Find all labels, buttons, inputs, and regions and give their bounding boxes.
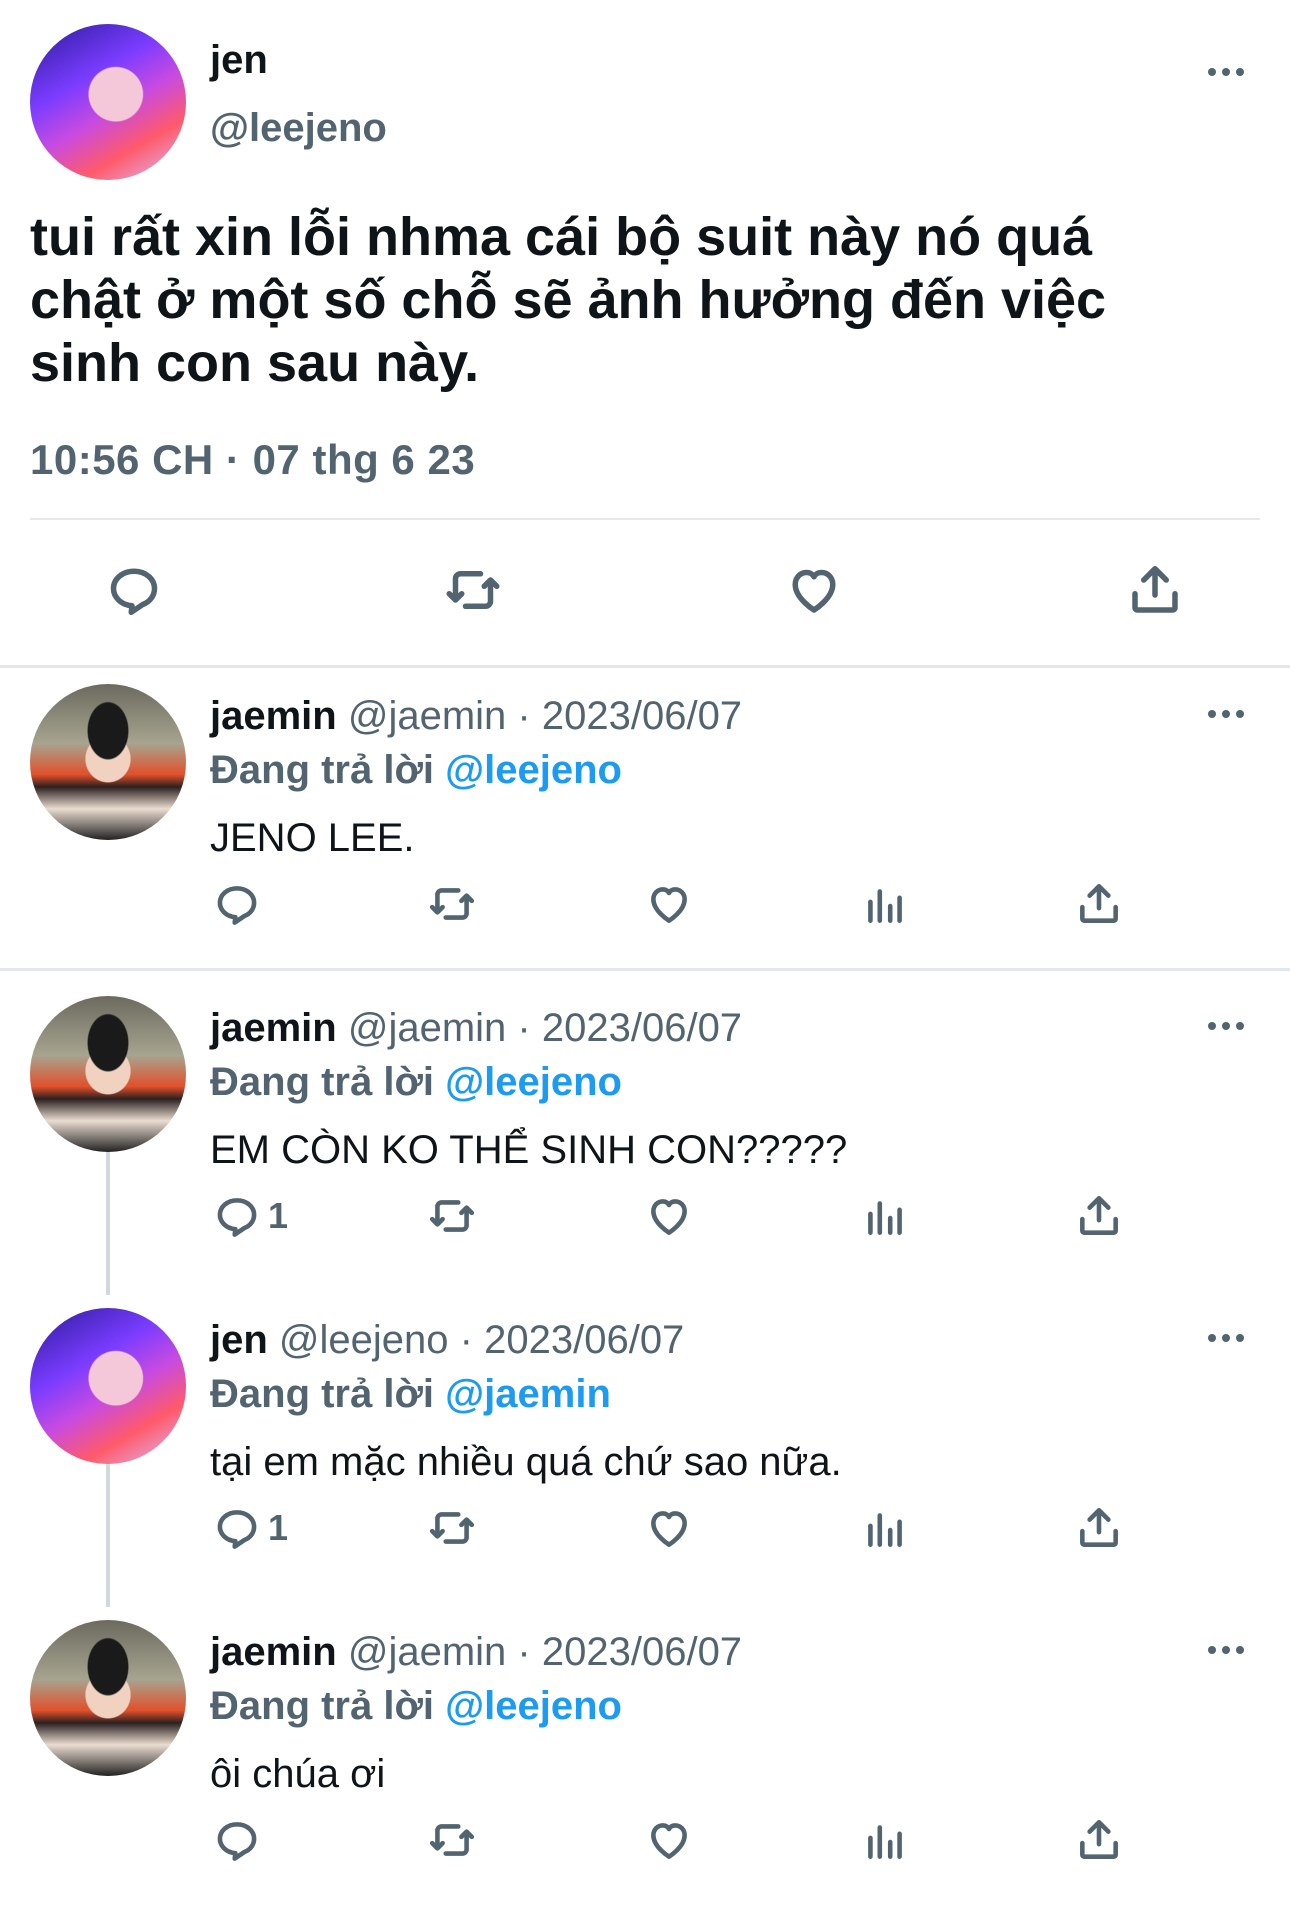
tweet-thread-page: jen @leejeno tui rất xin lỗi nhma cái bộ… [0, 0, 1290, 1908]
tweet-date[interactable]: 2023/06/07 [484, 1318, 684, 1362]
author-handle[interactable]: @leejeno [279, 1318, 449, 1362]
reply-text: ôi chúa ơi [210, 1752, 386, 1796]
reply-tweet[interactable]: jaemin @jaemin · 2023/06/07 Đang trả lời… [0, 668, 1290, 968]
retweet-icon[interactable] [427, 1190, 477, 1242]
author-name[interactable]: jaemin [210, 1630, 337, 1674]
author-name[interactable]: jen [210, 38, 268, 83]
author-name[interactable]: jaemin [210, 694, 337, 738]
reply-text: JENO LEE. [210, 816, 415, 860]
replying-to: Đang trả lời @leejeno [210, 748, 622, 793]
mention-link[interactable]: @leejeno [445, 1684, 622, 1728]
like-icon[interactable] [784, 560, 844, 620]
like-icon[interactable] [644, 1502, 694, 1554]
share-icon[interactable] [1074, 1190, 1124, 1242]
share-icon[interactable] [1074, 1814, 1124, 1866]
replying-prefix: Đang trả lời [210, 1060, 435, 1104]
reply-icon[interactable] [212, 1814, 268, 1866]
avatar[interactable] [30, 1308, 186, 1464]
avatar[interactable] [30, 996, 186, 1152]
like-icon[interactable] [644, 1190, 694, 1242]
divider [30, 518, 1260, 520]
author-name[interactable]: jaemin [210, 1006, 337, 1050]
tweet-date[interactable]: 2023/06/07 [542, 1630, 742, 1674]
author-handle[interactable]: @jaemin [348, 1006, 506, 1050]
more-icon[interactable] [1206, 1016, 1246, 1036]
mention-link[interactable]: @leejeno [445, 1060, 622, 1104]
reply-icon[interactable] [104, 560, 164, 620]
reply-header: jaemin @jaemin · 2023/06/07 [210, 694, 742, 739]
separator: · [517, 694, 531, 738]
tweet-date[interactable]: 2023/06/07 [542, 1006, 742, 1050]
tweet-text-line: sinh con sau này. [30, 333, 480, 393]
main-tweet: jen @leejeno tui rất xin lỗi nhma cái bộ… [0, 0, 1290, 665]
more-icon[interactable] [1206, 62, 1246, 82]
tweet-text-line: tui rất xin lỗi nhma cái bộ suit này nó … [30, 207, 1093, 267]
reply-count: 1 [268, 1195, 289, 1236]
retweet-icon[interactable] [443, 560, 503, 620]
author-handle[interactable]: @jaemin [348, 694, 506, 738]
separator: · [459, 1318, 473, 1362]
reply-tweet[interactable]: jen @leejeno · 2023/06/07 Đang trả lời @… [0, 1292, 1290, 1592]
replying-prefix: Đang trả lời [210, 1684, 435, 1728]
reply-text: EM CÒN KO THỂ SINH CON????? [210, 1128, 848, 1172]
share-icon[interactable] [1125, 560, 1185, 620]
reply-tweet[interactable]: jaemin @jaemin · 2023/06/07 Đang trả lời… [0, 1604, 1290, 1904]
avatar[interactable] [30, 684, 186, 840]
replying-prefix: Đang trả lời [210, 748, 435, 792]
analytics-icon[interactable] [860, 1814, 910, 1866]
more-icon[interactable] [1206, 1640, 1246, 1660]
reply-icon[interactable]: 1 [212, 1502, 288, 1554]
reply-icon[interactable]: 1 [212, 1190, 288, 1242]
more-icon[interactable] [1206, 704, 1246, 724]
analytics-icon[interactable] [860, 1190, 910, 1242]
avatar[interactable] [30, 24, 186, 180]
separator: · [517, 1630, 531, 1674]
retweet-icon[interactable] [427, 878, 477, 930]
tweet-timestamp[interactable]: 10:56 CH · 07 thg 6 23 [30, 436, 475, 484]
reply-icon[interactable] [212, 878, 268, 930]
author-handle[interactable]: @jaemin [348, 1630, 506, 1674]
share-icon[interactable] [1074, 1502, 1124, 1554]
replying-to: Đang trả lời @leejeno [210, 1684, 622, 1729]
mention-link[interactable]: @leejeno [445, 748, 622, 792]
replying-to: Đang trả lời @jaemin [210, 1372, 611, 1417]
like-icon[interactable] [644, 1814, 694, 1866]
mention-link[interactable]: @jaemin [445, 1372, 611, 1416]
share-icon[interactable] [1074, 878, 1124, 930]
reply-tweet[interactable]: jaemin @jaemin · 2023/06/07 Đang trả lời… [0, 980, 1290, 1280]
author-handle[interactable]: @leejeno [210, 106, 387, 151]
author-name[interactable]: jen [210, 1318, 268, 1362]
retweet-icon[interactable] [427, 1814, 477, 1866]
tweet-date[interactable]: 2023/06/07 [542, 694, 742, 738]
reply-header: jaemin @jaemin · 2023/06/07 [210, 1006, 742, 1051]
analytics-icon[interactable] [860, 1502, 910, 1554]
reply-text: tại em mặc nhiều quá chứ sao nữa. [210, 1440, 842, 1484]
tweet-text: tui rất xin lỗi nhma cái bộ suit này nó … [30, 206, 1260, 395]
replying-prefix: Đang trả lời [210, 1372, 435, 1416]
reply-header: jaemin @jaemin · 2023/06/07 [210, 1630, 742, 1675]
avatar[interactable] [30, 1620, 186, 1776]
more-icon[interactable] [1206, 1328, 1246, 1348]
separator: · [517, 1006, 531, 1050]
replying-to: Đang trả lời @leejeno [210, 1060, 622, 1105]
divider [0, 968, 1290, 971]
tweet-text-line: chật ở một số chỗ sẽ ảnh hưởng đến việc [30, 270, 1107, 330]
reply-header: jen @leejeno · 2023/06/07 [210, 1318, 684, 1363]
like-icon[interactable] [644, 878, 694, 930]
analytics-icon[interactable] [860, 878, 910, 930]
retweet-icon[interactable] [427, 1502, 477, 1554]
reply-count: 1 [268, 1507, 289, 1548]
